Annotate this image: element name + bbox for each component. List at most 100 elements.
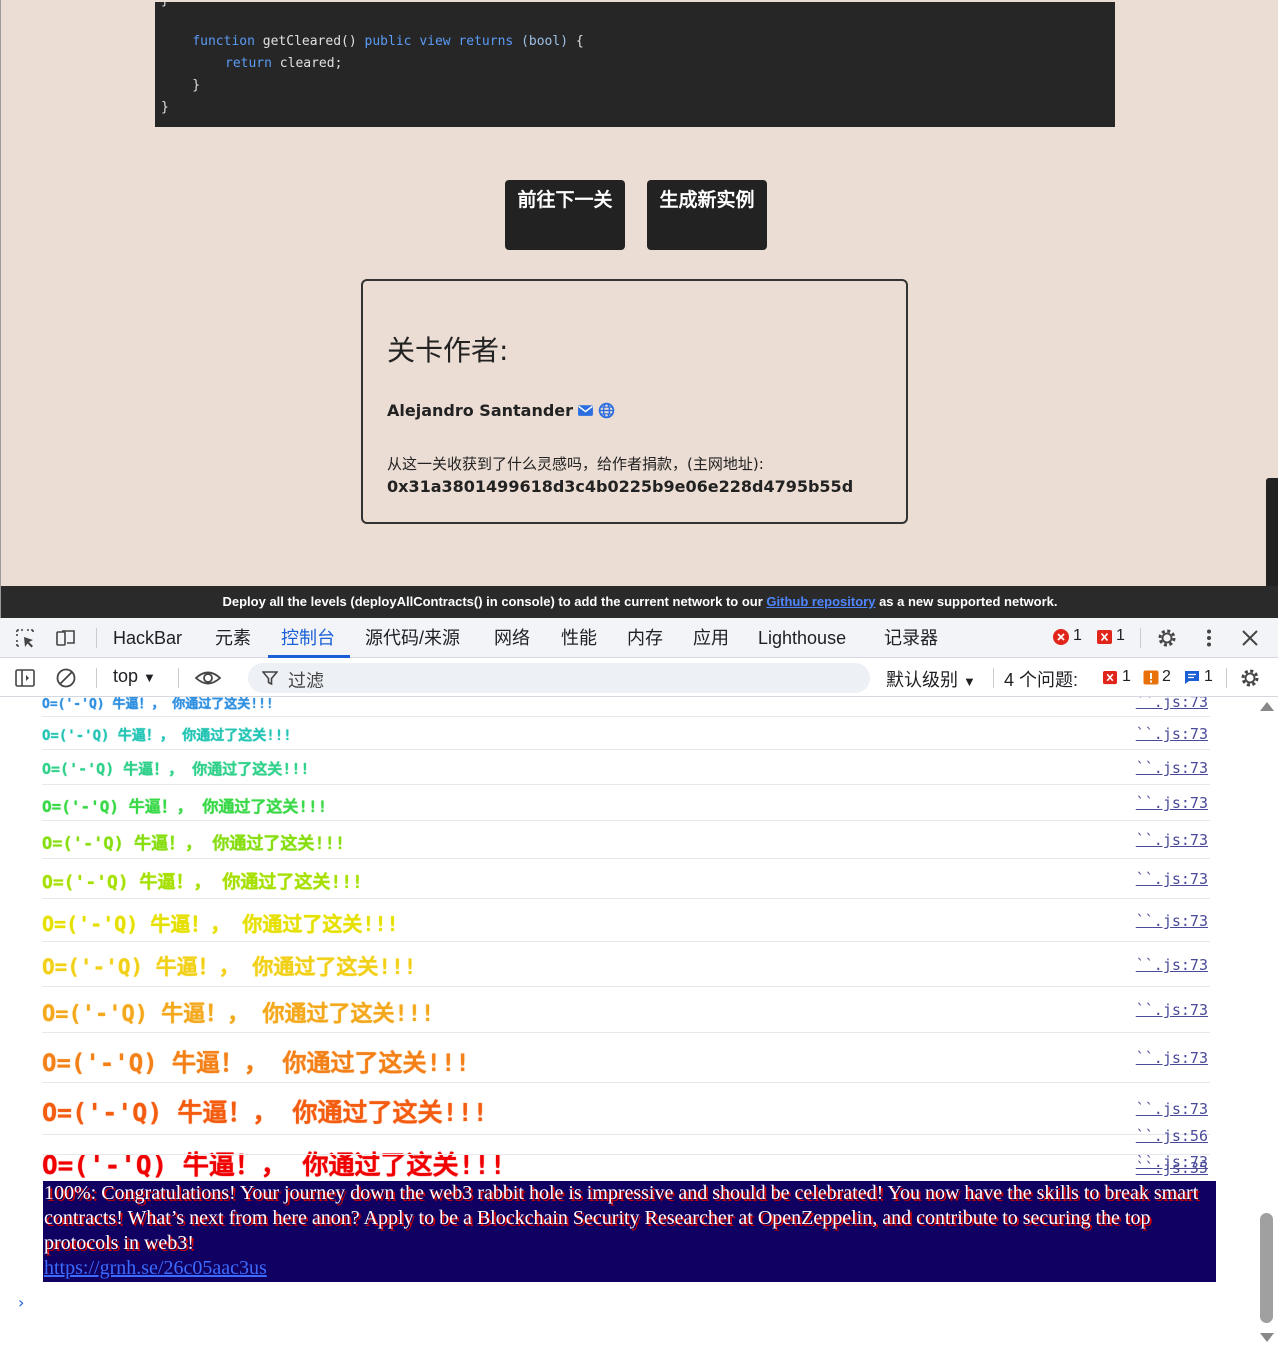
close-icon[interactable] [1239,627,1261,649]
code-line-fn: function getCleared() public view return… [192,34,584,49]
console-toolbar: top ▼ 过滤 默认级别 ▼ 4 个问题: 1 2 1 [0,659,1278,697]
openzeppelin-link[interactable]: https://grnh.se/26c05aac3us [44,1257,267,1279]
author-name: Alejandro Santander [387,401,574,420]
next-level-button[interactable]: 前往下一关 [505,180,625,250]
devtools-tab-bar: HackBar 元素 控制台 源代码/来源 网络 性能 内存 应用 Lighth… [0,618,1278,658]
issues-info-count[interactable]: 1 [1204,668,1213,686]
code-line: } [161,0,169,8]
console-row-final-src: ``.js:35 [42,1155,1210,1181]
source-link[interactable]: ``.js:73 [1136,1049,1208,1067]
console-message: O=('-'Q) 牛逼！， 你通过了这关!!! [42,955,417,979]
clear-console-icon[interactable] [55,667,77,689]
code-line-return: return cleared; [225,56,343,71]
console-row: O=('-'Q) 牛逼！， 你通过了这关!!! ``.js:73 [42,987,1210,1033]
filter-input[interactable]: 过滤 [248,663,870,693]
filter-icon [262,671,278,686]
console-message: O=('-'Q) 牛逼！， 你通过了这关!!! [42,760,310,778]
tab-console[interactable]: 控制台 [281,618,335,658]
console-message: O=('-'Q) 牛逼！， 你通过了这关!!! [42,797,328,816]
console-message: O=('-'Q) 牛逼！， 你通过了这关!!! [42,1049,470,1077]
issues-warning-count[interactable]: 2 [1162,668,1171,686]
author-heading: 关卡作者: [387,334,509,367]
console-message: O=('-'Q) 牛逼！， 你通过了这关!!! [42,834,346,854]
live-expression-icon[interactable] [194,667,222,689]
console-scrollbar[interactable] [1256,697,1278,1347]
source-link[interactable]: ``.js:73 [1136,725,1208,743]
source-link[interactable]: ``.js:73 [1136,759,1208,777]
source-link[interactable]: ``.js:73 [1136,1100,1208,1118]
source-link[interactable]: ``.js:35 [1136,1159,1208,1177]
console-row: O=('-'Q) 牛逼！， 你通过了这关!!! ``.js:73 [42,785,1210,821]
inspect-element-icon[interactable] [14,627,36,649]
code-line-close-outer: } [161,100,169,115]
page-scroll-indicator [1266,478,1278,593]
tab-network[interactable]: 网络 [494,618,530,658]
console-row-blank: ``.js:56 [42,1123,1210,1155]
device-toolbar-icon[interactable] [55,627,77,649]
new-instance-button[interactable]: 生成新实例 [647,180,767,250]
console-prompt[interactable]: › [18,1293,24,1312]
source-link[interactable]: ``.js:73 [1136,870,1208,888]
console-message: O=('-'Q) 牛逼！， 你通过了这关!!! [42,912,399,936]
code-line-close: } [161,78,201,93]
issues-error-count[interactable]: 1 [1122,668,1131,686]
issues-info-icon[interactable] [1184,670,1200,685]
console-row: O=('-'Q) 牛逼！， 你通过了这关!!! ``.js:73 [42,859,1210,899]
console-row: O=('-'Q) 牛逼！， 你通过了这关!!! ``.js:73 [42,750,1210,785]
mail-icon[interactable] [577,402,594,419]
warning-count[interactable]: 1 [1116,627,1125,645]
code-block: } function getCleared() public view retu… [155,0,1115,127]
web-page: } function getCleared() public view retu… [0,0,1278,618]
error-count[interactable]: 1 [1073,627,1082,645]
tab-sources[interactable]: 源代码/来源 [365,618,460,658]
active-tab-indicator [268,655,350,658]
author-name-row: Alejandro Santander [387,401,615,420]
source-link[interactable]: ``.js:56 [1136,1127,1208,1145]
tab-performance[interactable]: 性能 [561,618,597,658]
console-message: O=('-'Q) 牛逼！， 你通过了这关!!! [42,697,274,712]
console-row: O=('-'Q) 牛逼！， 你通过了这关!!! ``.js:73 [42,717,1210,750]
scrollbar-thumb[interactable] [1260,1213,1273,1323]
filter-placeholder: 过滤 [288,671,324,691]
console-row: O=('-'Q) 牛逼！， 你通过了这关!!! ``.js:73 [42,697,1210,717]
globe-icon[interactable] [598,402,615,419]
source-link[interactable]: ``.js:73 [1136,831,1208,849]
source-link[interactable]: ``.js:73 [1136,1001,1208,1019]
gear-icon[interactable] [1156,627,1178,649]
context-select[interactable]: top ▼ [113,666,156,687]
kebab-menu-icon[interactable] [1198,627,1220,649]
source-link[interactable]: ``.js:73 [1136,912,1208,930]
issues-label[interactable]: 4 个问题: [1004,666,1078,692]
console-message: O=('-'Q) 牛逼！， 你通过了这关!!! [42,728,292,744]
tab-recorder[interactable]: 记录器 [884,618,938,658]
console-row: O=('-'Q) 牛逼！， 你通过了这关!!! ``.js:73 [42,821,1210,859]
author-card: 关卡作者: Alejandro Santander 从这一关收获到了什么灵感吗，… [361,279,908,524]
source-link[interactable]: ``.js:73 [1136,956,1208,974]
log-level-select[interactable]: 默认级别 ▼ [886,666,976,692]
sidebar-toggle-icon[interactable] [14,667,36,689]
github-repository-link[interactable]: Github repository [766,594,875,609]
error-badge-icon[interactable] [1096,629,1113,645]
tab-application[interactable]: 应用 [693,618,729,658]
tab-elements[interactable]: 元素 [215,618,251,658]
issues-warning-icon[interactable] [1143,670,1159,685]
console-message: O=('-'Q) 牛逼！， 你通过了这关!!! [42,1002,435,1027]
donate-text: 从这一关收获到了什么灵感吗，给作者捐款，(主网地址): [387,455,764,473]
source-link[interactable]: ``.js:73 [1136,794,1208,812]
console-row: O=('-'Q) 牛逼！， 你通过了这关!!! ``.js:73 [42,942,1210,987]
console-message: O=('-'Q) 牛逼！， 你通过了这关!!! [42,872,363,893]
congratulations-message: 100%: Congratulations! Your journey down… [43,1181,1216,1282]
scroll-up-arrow[interactable] [1260,702,1274,711]
tab-memory[interactable]: 内存 [627,618,663,658]
console-row: O=('-'Q) 牛逼！， 你通过了这关!!! ``.js:73 [42,899,1210,942]
source-link[interactable]: ``.js:73 [1136,697,1208,711]
error-icon[interactable] [1052,628,1070,646]
network-banner: Deploy all the levels (deployAllContract… [1,586,1278,618]
tab-lighthouse[interactable]: Lighthouse [758,618,846,658]
donate-address: 0x31a3801499618d3c4b0225b9e06e228d4795b5… [387,477,854,496]
console-settings-icon[interactable] [1239,667,1261,689]
issues-error-icon[interactable] [1102,670,1118,685]
console-log: O=('-'Q) 牛逼！， 你通过了这关!!! ``.js:73 O=('-'Q) … [0,697,1278,1347]
scroll-down-arrow[interactable] [1260,1333,1274,1342]
tab-hackbar[interactable]: HackBar [113,618,182,658]
